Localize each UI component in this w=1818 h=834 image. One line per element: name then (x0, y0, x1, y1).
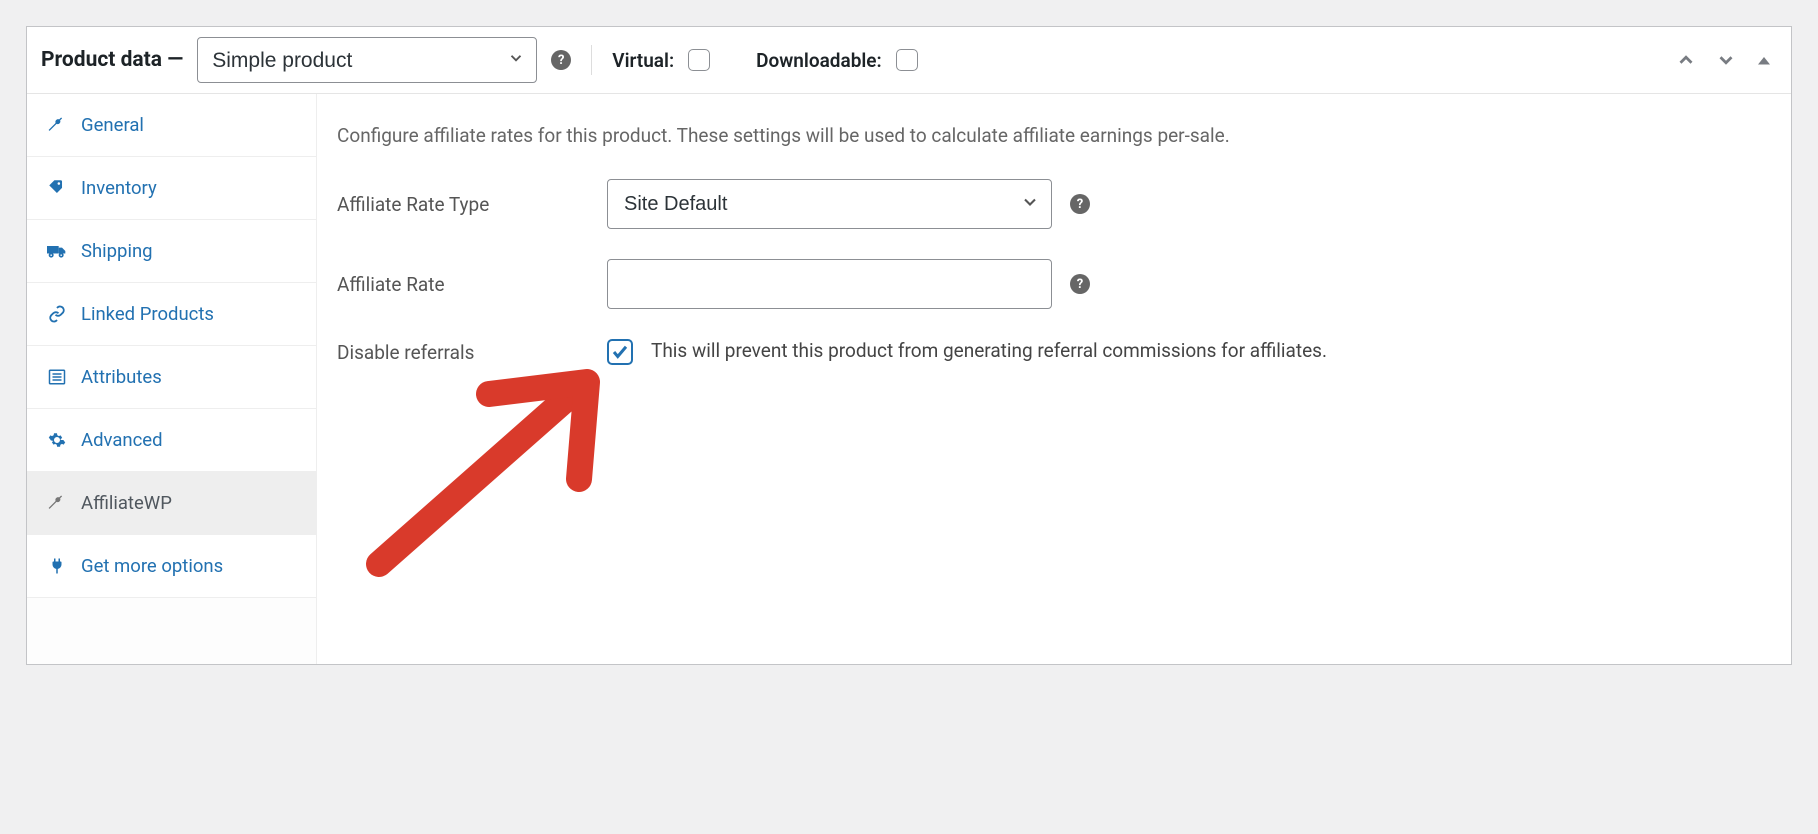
panel-body: General Inventory Shipping Linked Produc… (27, 94, 1791, 664)
help-icon[interactable]: ? (1070, 274, 1090, 294)
content-description: Configure affiliate rates for this produ… (337, 124, 1771, 147)
rate-type-field: Site Default ? (607, 179, 1090, 229)
rate-type-select[interactable]: Site Default (607, 179, 1052, 229)
downloadable-checkbox[interactable] (896, 49, 918, 71)
product-type-select[interactable]: Simple product (197, 37, 537, 83)
sidebar-item-general[interactable]: General (27, 94, 316, 157)
collapse-icon[interactable] (1751, 47, 1777, 73)
disable-label: Disable referrals (337, 341, 589, 364)
plug-icon (47, 557, 67, 575)
sidebar-item-label: Get more options (81, 555, 223, 577)
link-icon (47, 305, 67, 323)
gear-icon (47, 431, 67, 449)
sidebar-item-getmore[interactable]: Get more options (27, 535, 316, 598)
downloadable-label: Downloadable: (756, 49, 882, 72)
chevron-down-icon[interactable] (1711, 45, 1741, 75)
rate-input[interactable] (607, 259, 1052, 309)
divider (591, 45, 592, 75)
sidebar-item-label: Attributes (81, 366, 162, 388)
help-icon[interactable]: ? (1070, 194, 1090, 214)
wrench-icon (47, 116, 67, 134)
disable-referrals-row: Disable referrals This will prevent this… (337, 339, 1771, 365)
wrench-icon (47, 494, 67, 512)
tag-icon (47, 179, 67, 197)
rate-field: ? (607, 259, 1090, 309)
rate-type-label: Affiliate Rate Type (337, 193, 589, 216)
content-area: Configure affiliate rates for this produ… (317, 94, 1791, 664)
rate-row: Affiliate Rate ? (337, 259, 1771, 309)
sidebar-item-inventory[interactable]: Inventory (27, 157, 316, 220)
annotation-arrow-icon (349, 364, 629, 584)
sidebar-item-shipping[interactable]: Shipping (27, 220, 316, 283)
virtual-label: Virtual: (612, 49, 674, 72)
sidebar-item-label: Shipping (81, 240, 153, 262)
rate-label: Affiliate Rate (337, 273, 589, 296)
disable-field: This will prevent this product from gene… (607, 339, 1327, 365)
header-controls (1671, 45, 1777, 75)
panel-header: Product data — Simple product ? Virtual:… (27, 27, 1791, 94)
sidebar-item-label: General (81, 114, 144, 136)
rate-type-row: Affiliate Rate Type Site Default ? (337, 179, 1771, 229)
sidebar-item-attributes[interactable]: Attributes (27, 346, 316, 409)
sidebar-item-label: Advanced (81, 429, 163, 451)
sidebar-item-affiliatewp[interactable]: AffiliateWP (27, 472, 316, 535)
chevron-up-icon[interactable] (1671, 45, 1701, 75)
panel-title: Product data — (41, 48, 183, 72)
product-data-panel: Product data — Simple product ? Virtual:… (26, 26, 1792, 665)
sidebar-item-advanced[interactable]: Advanced (27, 409, 316, 472)
sidebar-item-label: Inventory (81, 177, 157, 199)
sidebar-item-label: AffiliateWP (81, 492, 172, 514)
list-icon (47, 368, 67, 386)
virtual-checkbox[interactable] (688, 49, 710, 71)
disable-description: This will prevent this product from gene… (651, 339, 1327, 362)
sidebar-item-label: Linked Products (81, 303, 214, 325)
help-icon[interactable]: ? (551, 50, 571, 70)
product-type-select-wrap: Simple product (197, 37, 537, 83)
truck-icon (47, 242, 67, 260)
sidebar-item-linked[interactable]: Linked Products (27, 283, 316, 346)
sidebar: General Inventory Shipping Linked Produc… (27, 94, 317, 664)
disable-referrals-checkbox[interactable] (607, 339, 633, 365)
